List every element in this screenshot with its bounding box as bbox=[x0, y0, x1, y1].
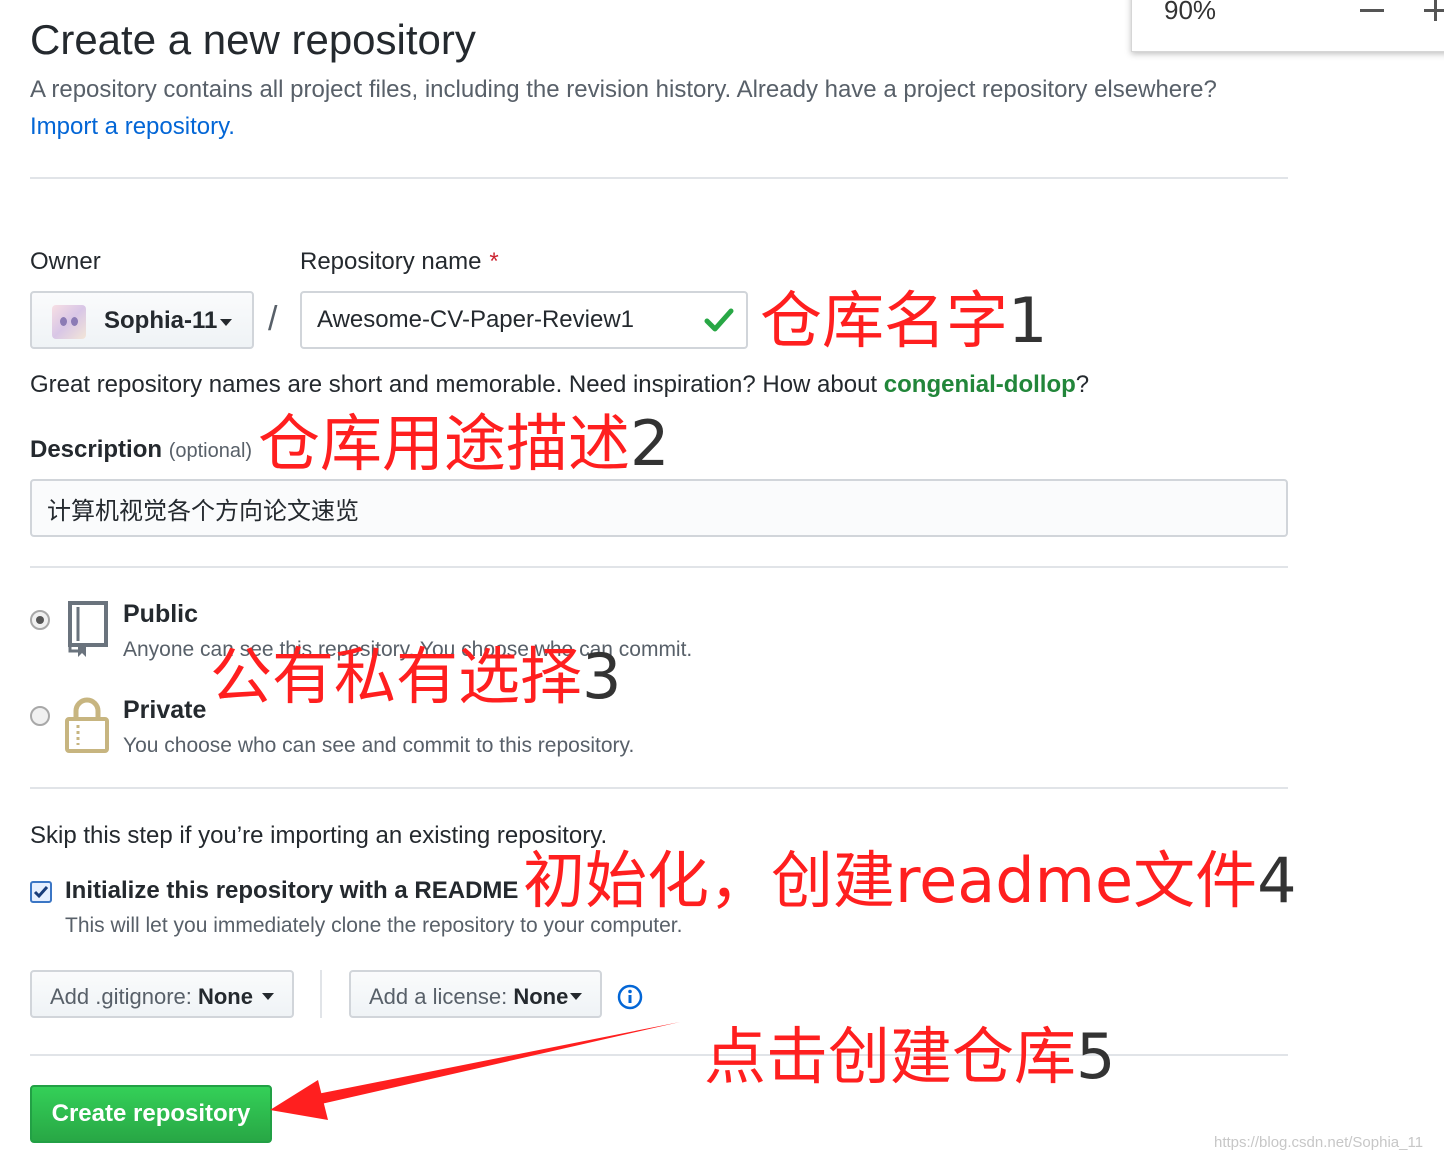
annotation-arrow bbox=[270, 1022, 680, 1120]
watermark: https://blog.csdn.net/Sophia_11 bbox=[1214, 1134, 1424, 1151]
